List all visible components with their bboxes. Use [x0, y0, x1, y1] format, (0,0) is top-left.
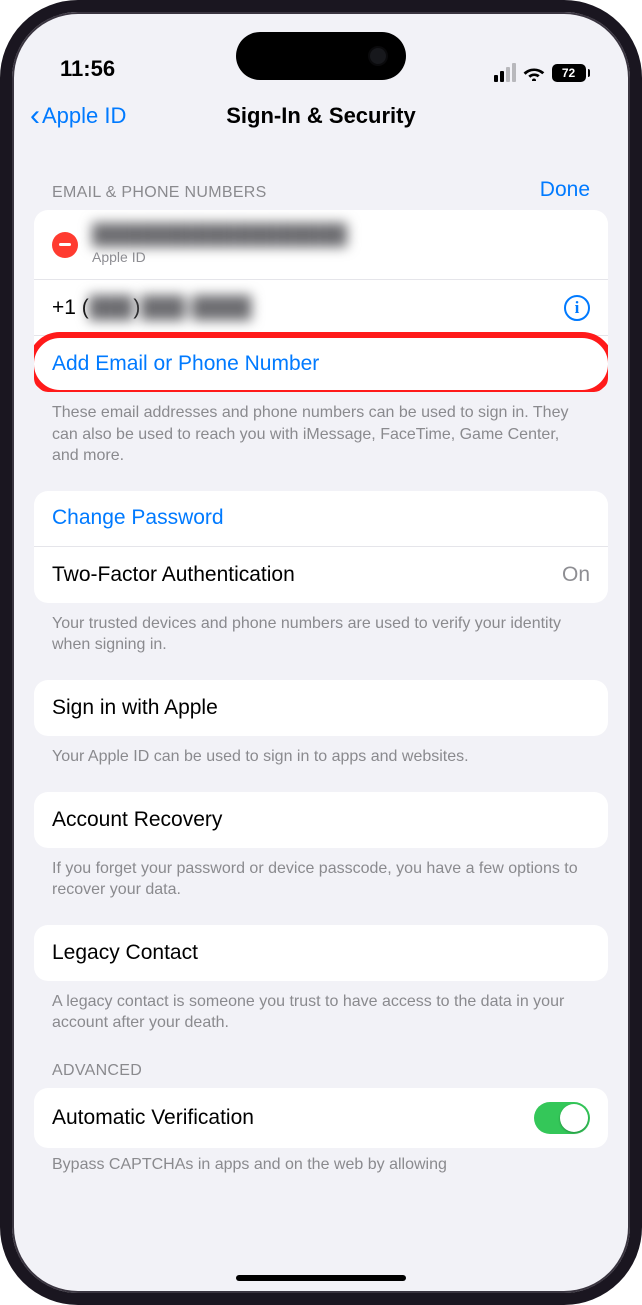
section-header-advanced: Advanced [52, 1062, 142, 1080]
done-button[interactable]: Done [540, 178, 590, 202]
primary-email-row[interactable]: ██████████████████ Apple ID [34, 210, 608, 280]
wifi-icon [523, 65, 545, 81]
toggle-on[interactable] [534, 1102, 590, 1134]
chevron-left-icon: ‹ [30, 101, 40, 131]
home-indicator[interactable] [236, 1275, 406, 1281]
legacy-contact-group: Legacy Contact [34, 925, 608, 981]
account-recovery-button[interactable]: Account Recovery [34, 792, 608, 848]
phone-row[interactable]: +1 ( ███ ) ███-████ i [34, 280, 608, 336]
back-button[interactable]: ‹ Apple ID [30, 101, 126, 131]
cutoff-text: Bypass CAPTCHAs in apps and on the web b… [34, 1148, 608, 1174]
nav-bar: ‹ Apple ID Sign-In & Security [12, 88, 630, 144]
legacy-contact-button[interactable]: Legacy Contact [34, 925, 608, 981]
two-factor-value: On [562, 563, 590, 587]
section5-footer: A legacy contact is someone you trust to… [34, 981, 608, 1058]
advanced-group: Automatic Verification [34, 1088, 608, 1148]
email-phone-group: ██████████████████ Apple ID +1 ( ███ ) █… [34, 210, 608, 392]
sign-in-with-apple-button[interactable]: Sign in with Apple [34, 680, 608, 736]
sign-in-apple-group: Sign in with Apple [34, 680, 608, 736]
change-password-button[interactable]: Change Password [34, 491, 608, 547]
page-title: Sign-In & Security [226, 103, 415, 129]
battery-icon: 72 [552, 64, 591, 82]
remove-icon[interactable] [52, 232, 78, 258]
back-label: Apple ID [42, 103, 126, 129]
primary-email-sub: Apple ID [92, 249, 347, 265]
dynamic-island [236, 32, 406, 80]
section-header-email: Email & Phone Numbers [52, 184, 267, 202]
info-icon[interactable]: i [564, 295, 590, 321]
section4-footer: If you forget your password or device pa… [34, 848, 608, 925]
cellular-icon [494, 63, 516, 82]
automatic-verification-row[interactable]: Automatic Verification [34, 1088, 608, 1148]
section1-footer: These email addresses and phone numbers … [34, 392, 608, 491]
section2-footer: Your trusted devices and phone numbers a… [34, 603, 608, 680]
status-time: 11:56 [60, 56, 115, 82]
add-email-phone-button[interactable]: Add Email or Phone Number [34, 336, 608, 392]
password-group: Change Password Two-Factor Authenticatio… [34, 491, 608, 603]
two-factor-row[interactable]: Two-Factor Authentication On [34, 547, 608, 603]
section3-footer: Your Apple ID can be used to sign in to … [34, 736, 608, 792]
account-recovery-group: Account Recovery [34, 792, 608, 848]
primary-email-blurred: ██████████████████ [92, 224, 347, 247]
